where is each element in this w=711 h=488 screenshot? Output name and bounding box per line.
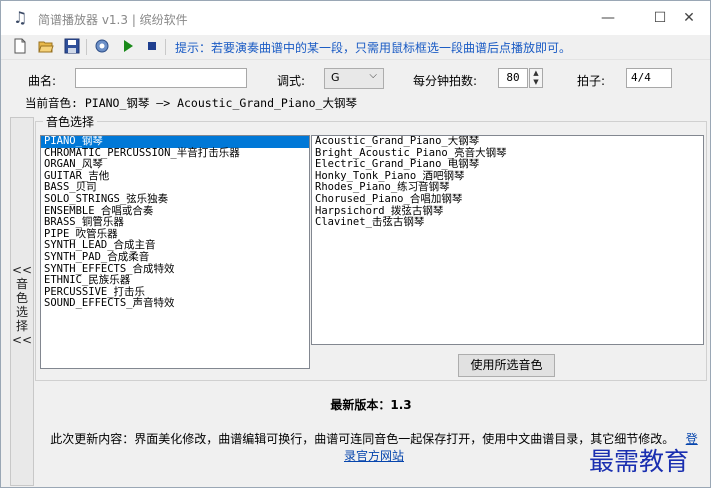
beat-label: 拍子: xyxy=(577,74,606,88)
category-item[interactable]: SOLO_STRINGS_弦乐独奏 xyxy=(41,193,309,206)
collapse-label-char: 选 xyxy=(15,305,28,319)
instrument-item[interactable]: Acoustic_Grand_Piano_大钢琴 xyxy=(312,136,703,148)
main-window: ♫ 简谱播放器 v1.3 | 缤纷软件 — ☐ ✕ 提示：若要演奏曲谱中的某一段… xyxy=(0,0,711,488)
chevron-down-icon: ⌵ xyxy=(369,70,377,81)
collapse-label-char: 色 xyxy=(15,291,28,305)
instrument-group-title: 音色选择 xyxy=(43,113,98,130)
collapse-label-char: 音 xyxy=(15,277,28,291)
category-item[interactable]: PIANO_钢琴 xyxy=(41,136,309,148)
collapse-label-char: << xyxy=(11,263,33,277)
instrument-item[interactable]: Chorused_Piano_合唱加钢琴 xyxy=(312,193,703,206)
beat-input[interactable]: 4/4 xyxy=(626,68,672,88)
update-notes-text: 此次更新内容：界面美化修改，曲谱编辑可换行，曲谱可连同音色一起保存打开，使用中文… xyxy=(50,432,675,446)
key-select[interactable]: G ⌵ xyxy=(324,68,384,89)
collapse-label-char: 择 xyxy=(15,319,28,333)
song-name-input[interactable] xyxy=(75,68,247,88)
category-item[interactable]: SOUND_EFFECTS_声音特效 xyxy=(41,298,309,310)
song-name-label: 曲名: xyxy=(28,74,57,88)
spin-down-icon[interactable]: ▼ xyxy=(530,78,542,87)
collapse-label-char: << xyxy=(11,333,33,347)
new-file-icon[interactable] xyxy=(12,38,28,54)
toolbar-tip: 提示：若要演奏曲谱中的某一段，只需用鼠标框选一段曲谱后点播放即可。 xyxy=(175,41,572,55)
title-bar: ♫ 简谱播放器 v1.3 | 缤纷软件 — ☐ ✕ xyxy=(1,1,710,35)
bpm-spinner[interactable]: ▲ ▼ xyxy=(529,68,543,88)
settings-icon[interactable] xyxy=(94,38,110,54)
category-listbox[interactable]: PIANO_钢琴 CHROMATIC_PERCUSSION_半音打击乐器 ORGAN… xyxy=(40,135,310,369)
category-item[interactable]: BRASS_铜管乐器 xyxy=(41,217,309,229)
current-instrument-text: 当前音色: PIANO_钢琴 —> Acoustic_Grand_Piano_大… xyxy=(25,96,357,110)
instrument-panel-toggle[interactable]: << 音色选择 << xyxy=(10,117,34,486)
key-label: 调式: xyxy=(277,74,306,88)
apply-instrument-button[interactable]: 使用所选音色 xyxy=(458,354,555,377)
version-text: 最新版本：1.3 xyxy=(330,398,412,412)
spin-up-icon[interactable]: ▲ xyxy=(530,69,542,78)
bpm-label: 每分钟拍数: xyxy=(413,74,478,88)
instrument-panel-toggle-label: << 音色选择 << xyxy=(11,263,33,347)
play-icon[interactable] xyxy=(120,38,136,54)
save-icon[interactable] xyxy=(64,38,80,54)
instrument-item[interactable]: Clavinet_击弦古钢琴 xyxy=(312,217,703,229)
instrument-listbox[interactable]: Acoustic_Grand_Piano_大钢琴 Bright_Acoustic_… xyxy=(311,135,704,345)
toolbar-separator xyxy=(86,39,87,55)
toolbar: 提示：若要演奏曲谱中的某一段，只需用鼠标框选一段曲谱后点播放即可。 xyxy=(1,35,710,60)
key-select-value: G xyxy=(331,71,340,84)
minimize-button[interactable]: — xyxy=(588,7,628,29)
close-button[interactable]: ✕ xyxy=(669,7,709,29)
category-item[interactable]: ETHNIC_民族乐器 xyxy=(41,275,309,287)
open-folder-icon[interactable] xyxy=(38,38,54,54)
toolbar-separator xyxy=(165,39,166,55)
watermark-logo: 最需教育 xyxy=(589,447,690,476)
music-note-icon: ♫ xyxy=(13,8,28,27)
category-item[interactable]: SYNTH_PAD_合成柔音 xyxy=(41,251,309,264)
window-title: 简谱播放器 v1.3 | 缤纷软件 xyxy=(38,13,188,27)
stop-icon[interactable] xyxy=(144,38,160,54)
bpm-input[interactable]: 80 xyxy=(498,68,528,88)
